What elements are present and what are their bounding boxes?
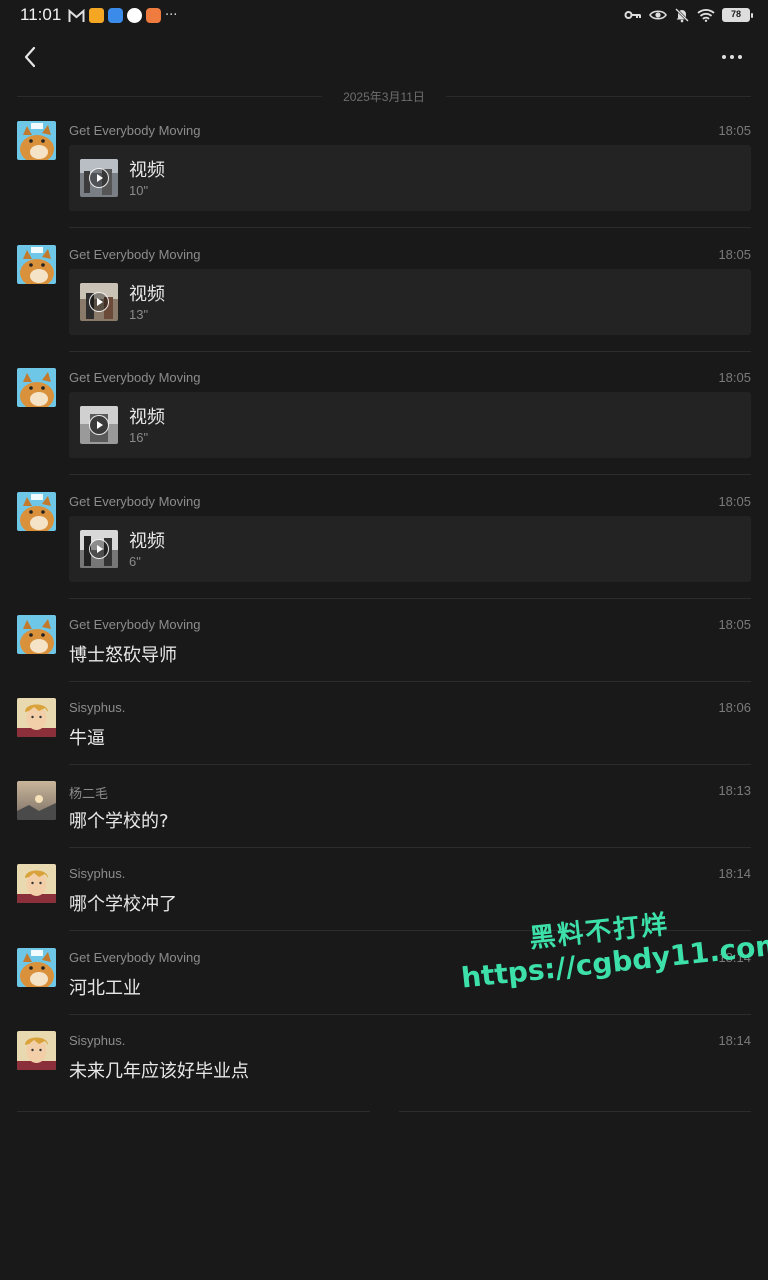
video-thumbnail [80,530,118,568]
divider [69,227,751,228]
avatar[interactable] [17,698,56,737]
avatar[interactable] [17,615,56,654]
message-item[interactable]: Sisyphus. 18:14 未来几年应该好毕业点 [17,1031,751,1098]
video-duration: 10" [129,183,149,198]
message-item[interactable]: Get Everybody Moving 18:05 博士怒砍导师 [17,615,751,682]
sender-name: Sisyphus. [69,700,126,715]
sender-name: 杨二毛 [69,786,109,801]
sender-name: Sisyphus. [69,1033,126,1048]
video-label: 视频 [129,531,165,552]
message-time: 18:13 [718,783,751,798]
video-message[interactable]: 视频 6" [69,516,751,582]
sender-name: Get Everybody Moving [69,950,201,965]
status-time: 11:01 [20,5,62,24]
divider [69,351,751,352]
play-icon [89,415,109,435]
message-item[interactable]: Get Everybody Moving 18:05 视频 13" [17,245,751,352]
message-text: 博士怒砍导师 [69,645,177,666]
avatar[interactable] [17,948,56,987]
video-thumbnail [80,406,118,444]
message-time: 18:14 [718,866,751,881]
key-icon [624,11,641,19]
avatar[interactable] [17,121,56,160]
sender-name: Get Everybody Moving [69,370,201,385]
video-message[interactable]: 视频 10" [69,145,751,211]
battery-level: 78 [723,9,749,21]
avatar[interactable] [17,1031,56,1070]
avatar[interactable] [17,492,56,531]
sender-name: Sisyphus. [69,866,126,881]
message-item[interactable]: Sisyphus. 18:06 牛逼 [17,698,751,765]
message-text: 河北工业 [69,978,141,999]
message-time: 18:05 [718,617,751,632]
message-time: 18:05 [718,370,751,385]
more-notifications-icon: ··· [165,7,178,23]
date-divider: 2025年3月11日 [17,86,751,106]
sender-name: Get Everybody Moving [69,494,201,509]
avatar[interactable] [17,864,56,903]
qq-icon [127,8,142,23]
play-icon [89,292,109,312]
eye-icon [649,10,667,20]
video-thumbnail [80,159,118,197]
footer-divider-right [399,1111,751,1112]
video-message[interactable]: 视频 16" [69,392,751,458]
sender-name: Get Everybody Moving [69,123,201,138]
avatar[interactable] [17,368,56,407]
divider [69,474,751,475]
divider [69,681,751,682]
status-bar: 11:01 ··· 78 [0,0,768,32]
message-text: 未来几年应该好毕业点 [69,1061,249,1082]
message-item[interactable]: Get Everybody Moving 18:05 视频 6" [17,492,751,599]
message-time: 18:05 [718,494,751,509]
sender-name: Get Everybody Moving [69,617,201,632]
message-time: 18:05 [718,123,751,138]
system-icons: 78 [624,7,753,23]
divider [69,598,751,599]
message-time: 18:05 [718,247,751,262]
sender-name: Get Everybody Moving [69,247,201,262]
divider [69,1014,751,1015]
message-item[interactable]: Get Everybody Moving 18:05 视频 16" [17,368,751,475]
avatar[interactable] [17,245,56,284]
message-text: 哪个学校的? [69,811,169,832]
message-item[interactable]: Get Everybody Moving 18:05 视频 10" [17,121,751,228]
message-item[interactable]: 杨二毛 18:13 哪个学校的? [17,781,751,848]
mute-bell-icon [675,8,689,23]
back-button[interactable] [18,42,46,72]
footer-divider-left [17,1111,370,1112]
wifi-icon [697,9,715,22]
date-text: 2025年3月11日 [343,89,425,104]
play-icon [89,168,109,188]
divider [69,847,751,848]
message-text: 牛逼 [69,728,105,749]
video-duration: 16" [129,430,149,445]
browser-notification-icon [108,8,123,23]
video-duration: 6" [129,554,141,569]
divider [69,764,751,765]
more-dots-icon[interactable] [718,48,746,66]
message-time: 18:06 [718,700,751,715]
gmail-icon [68,8,85,22]
app-notification-icon [89,8,104,23]
message-time: 18:14 [718,1033,751,1048]
video-app-icon [146,8,161,23]
video-thumbnail [80,283,118,321]
avatar[interactable] [17,781,56,820]
video-label: 视频 [129,407,165,428]
video-duration: 13" [129,307,149,322]
video-label: 视频 [129,160,165,181]
notification-icons: ··· [68,8,177,23]
video-label: 视频 [129,284,165,305]
battery-icon: 78 [722,8,753,22]
video-message[interactable]: 视频 13" [69,269,751,335]
back-arrow-icon [24,46,36,68]
message-text: 哪个学校冲了 [69,894,177,915]
play-icon [89,539,109,559]
